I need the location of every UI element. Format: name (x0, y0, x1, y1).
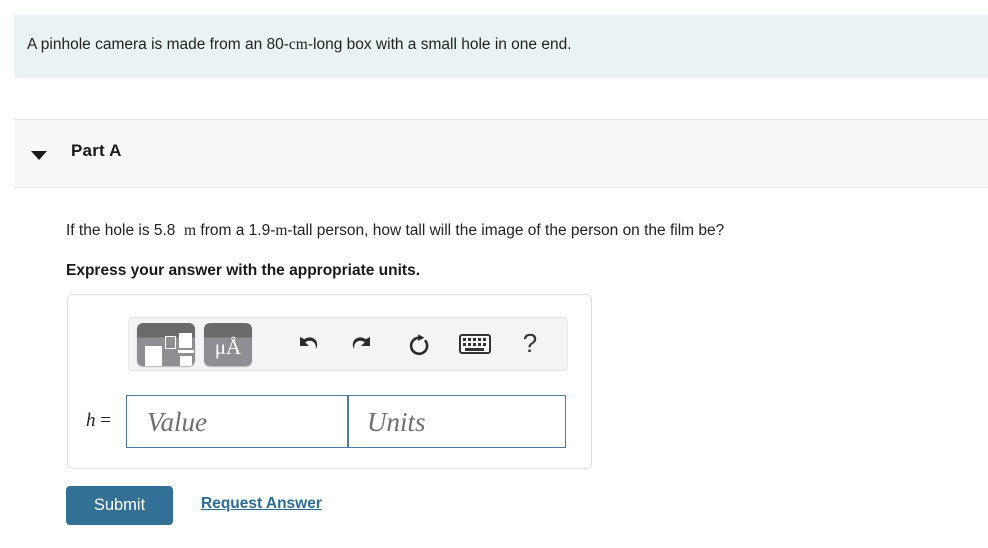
template-glyph-box-b (165, 336, 176, 349)
undo-icon[interactable] (289, 326, 325, 362)
variable-symbol: h (86, 410, 96, 431)
value-placeholder: Value (147, 407, 207, 437)
redo-icon[interactable] (345, 326, 381, 362)
request-answer-link[interactable]: Request Answer (201, 495, 322, 513)
template-glyph-box-c (179, 333, 192, 348)
exercise-page: A pinhole camera is made from an 80-cm-l… (0, 0, 988, 548)
reset-icon[interactable] (401, 326, 437, 362)
caret-down-icon (31, 151, 47, 160)
submit-button[interactable]: Submit (66, 486, 173, 525)
keyboard-icon[interactable] (457, 329, 493, 365)
question-suffix: -tall person, how tall will the image of… (287, 222, 725, 239)
problem-statement-banner: A pinhole camera is made from an 80-cm-l… (14, 15, 988, 78)
units-glyph: μÅ (214, 335, 242, 359)
template-glyph-box-a (145, 346, 162, 366)
template-glyph-box-d (180, 356, 192, 366)
problem-statement-text: A pinhole camera is made from an 80-cm-l… (27, 35, 572, 55)
statement-unit-cm: cm (288, 36, 308, 53)
template-glyph-bar (178, 350, 194, 353)
math-input-toolbar: μÅ ? (128, 317, 568, 371)
statement-prefix: A pinhole camera is made from an 80- (27, 36, 289, 53)
part-collapse-toggle[interactable] (28, 143, 52, 165)
statement-suffix: -long box with a small hole in one end. (307, 36, 572, 53)
question-prefix: If the hole is 5.8 (66, 222, 185, 239)
variable-label: h = (86, 410, 111, 432)
part-title: Part A (71, 141, 122, 160)
units-placeholder: Units (367, 407, 426, 437)
help-icon[interactable]: ? (515, 323, 545, 363)
answer-input-row: h = Value Units (68, 395, 591, 449)
value-input[interactable]: Value (126, 395, 348, 448)
question-text: If the hole is 5.8 m from a 1.9-m-tall p… (66, 220, 724, 241)
units-input[interactable]: Units (348, 395, 566, 448)
answer-entry-box: μÅ ? h = Value Units (67, 294, 592, 469)
math-template-button[interactable] (137, 323, 195, 366)
equals-sign: = (100, 410, 111, 431)
question-unit-m-2: m (275, 222, 288, 239)
instruction-text: Express your answer with the appropriate… (66, 262, 421, 279)
units-symbols-button[interactable]: μÅ (204, 323, 252, 366)
part-a-header: Part A (14, 120, 988, 188)
question-unit-m-1: m (184, 222, 197, 239)
question-middle: from a 1.9- (196, 222, 276, 239)
